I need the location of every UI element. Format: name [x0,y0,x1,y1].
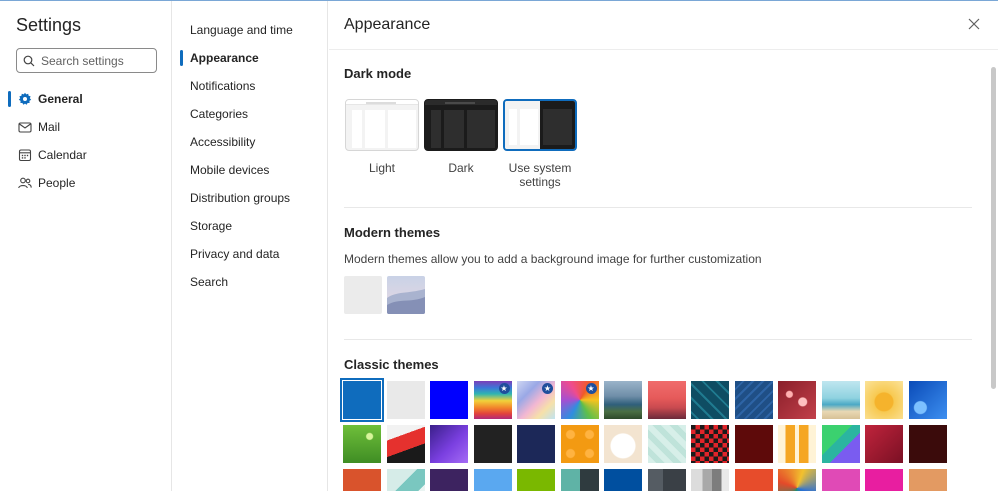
classic-theme-swatch[interactable] [908,381,947,419]
search-settings-input[interactable] [41,53,151,68]
subnav-language-and-time[interactable]: Language and time [173,16,328,44]
subnav-search[interactable]: Search [173,268,328,296]
classic-theme-swatch[interactable] [386,425,425,463]
premium-star-icon: ★ [542,383,553,394]
light-mode-preview [345,99,419,151]
settings-sidebar: Settings General Mail [0,1,172,491]
dark-mode-preview [424,99,498,151]
nav-mail-label: Mail [38,120,61,134]
section-divider [344,207,972,208]
nav-people-label: People [38,176,76,190]
modern-theme-default[interactable] [344,276,382,314]
people-icon [18,176,32,190]
classic-theme-swatch[interactable] [386,469,425,491]
section-divider [344,339,972,340]
classic-theme-swatch[interactable] [821,425,860,463]
classic-theme-swatch[interactable] [343,469,381,491]
classic-theme-swatch[interactable] [908,425,947,463]
classic-theme-swatch[interactable] [734,381,773,419]
classic-theme-swatch[interactable] [604,425,642,463]
classic-themes-heading: Classic themes [344,357,439,372]
classic-theme-swatch[interactable] [386,381,425,419]
classic-theme-swatch[interactable]: ★ [517,381,555,419]
gear-icon [18,92,32,106]
classic-theme-swatch[interactable] [647,425,686,463]
classic-theme-swatch[interactable] [517,469,555,491]
classic-theme-swatch[interactable] [517,425,555,463]
settings-title: Settings [16,15,82,35]
dark-mode-heading: Dark mode [344,66,412,81]
classic-theme-swatch[interactable] [430,381,468,419]
general-subnav-list: Language and time Appearance Notificatio… [173,16,328,296]
classic-theme-swatch[interactable]: ★ [560,381,599,419]
nav-calendar-label: Calendar [38,148,87,162]
classic-theme-swatch[interactable] [734,469,773,491]
subnav-mobile-devices[interactable]: Mobile devices [173,156,328,184]
mail-icon [18,120,32,134]
classic-theme-swatch[interactable] [473,469,512,491]
modern-themes-heading: Modern themes [344,225,441,240]
classic-theme-swatch[interactable] [865,425,903,463]
classic-theme-swatch[interactable] [691,469,729,491]
appearance-panel: Appearance Dark mode Light Dark Use syst… [329,1,998,491]
classic-theme-swatch[interactable] [560,469,599,491]
search-icon [23,55,35,66]
classic-theme-swatch[interactable] [430,469,468,491]
close-icon [968,18,980,30]
modern-theme-dunes[interactable] [387,276,425,314]
nav-general[interactable]: General [0,85,172,113]
subnav-distribution-groups[interactable]: Distribution groups [173,184,328,212]
dark-mode-label: Dark [448,161,474,175]
dark-mode-option-light[interactable]: Light [345,99,419,175]
dark-mode-option-dark[interactable]: Dark [424,99,498,175]
dark-mode-option-system[interactable]: Use system settings [503,99,577,189]
classic-theme-swatch[interactable] [691,425,729,463]
dunes-image [387,276,425,314]
classic-theme-swatch[interactable] [734,425,773,463]
general-subnav: Language and time Appearance Notificatio… [173,1,328,491]
classic-theme-swatch[interactable] [821,469,860,491]
header-divider [329,49,998,50]
classic-theme-swatch[interactable] [647,381,686,419]
modern-themes-description: Modern themes allow you to add a backgro… [344,252,762,266]
nav-calendar[interactable]: Calendar [0,141,172,169]
subnav-categories[interactable]: Categories [173,100,328,128]
classic-theme-swatch[interactable] [340,378,384,422]
premium-star-icon: ★ [498,383,510,394]
subnav-appearance[interactable]: Appearance [173,44,328,72]
subnav-notifications[interactable]: Notifications [173,72,328,100]
classic-theme-swatch[interactable] [778,469,816,491]
system-mode-label: Use system settings [508,161,572,189]
classic-theme-swatch[interactable] [560,425,599,463]
subnav-storage[interactable]: Storage [173,212,328,240]
classic-theme-swatch[interactable] [778,381,816,419]
classic-theme-swatch[interactable] [821,381,860,419]
nav-mail[interactable]: Mail [0,113,172,141]
search-settings-box[interactable] [16,48,157,73]
calendar-icon [18,148,32,162]
system-mode-preview [503,99,577,151]
classic-theme-swatch[interactable] [865,381,903,419]
classic-theme-swatch[interactable] [778,425,816,463]
classic-theme-swatch[interactable] [908,469,947,491]
subnav-accessibility[interactable]: Accessibility [173,128,328,156]
nav-people[interactable]: People [0,169,172,197]
nav-general-label: General [38,92,83,106]
page-title: Appearance [344,16,431,33]
close-button[interactable] [966,16,982,32]
light-mode-label: Light [368,161,396,175]
premium-star-icon: ★ [585,383,597,394]
panel-scrollbar[interactable] [991,67,996,389]
classic-theme-swatch[interactable] [604,381,642,419]
classic-theme-swatch[interactable] [865,469,903,491]
classic-theme-swatch[interactable] [473,425,512,463]
classic-theme-swatch[interactable]: ★ [473,381,512,419]
classic-theme-swatch[interactable] [343,425,381,463]
classic-theme-swatch[interactable] [430,425,468,463]
settings-category-nav: General Mail Calendar People [0,85,172,197]
subnav-privacy-and-data[interactable]: Privacy and data [173,240,328,268]
classic-theme-swatch[interactable] [647,469,686,491]
classic-theme-swatch[interactable] [604,469,642,491]
classic-theme-swatch[interactable] [691,381,729,419]
